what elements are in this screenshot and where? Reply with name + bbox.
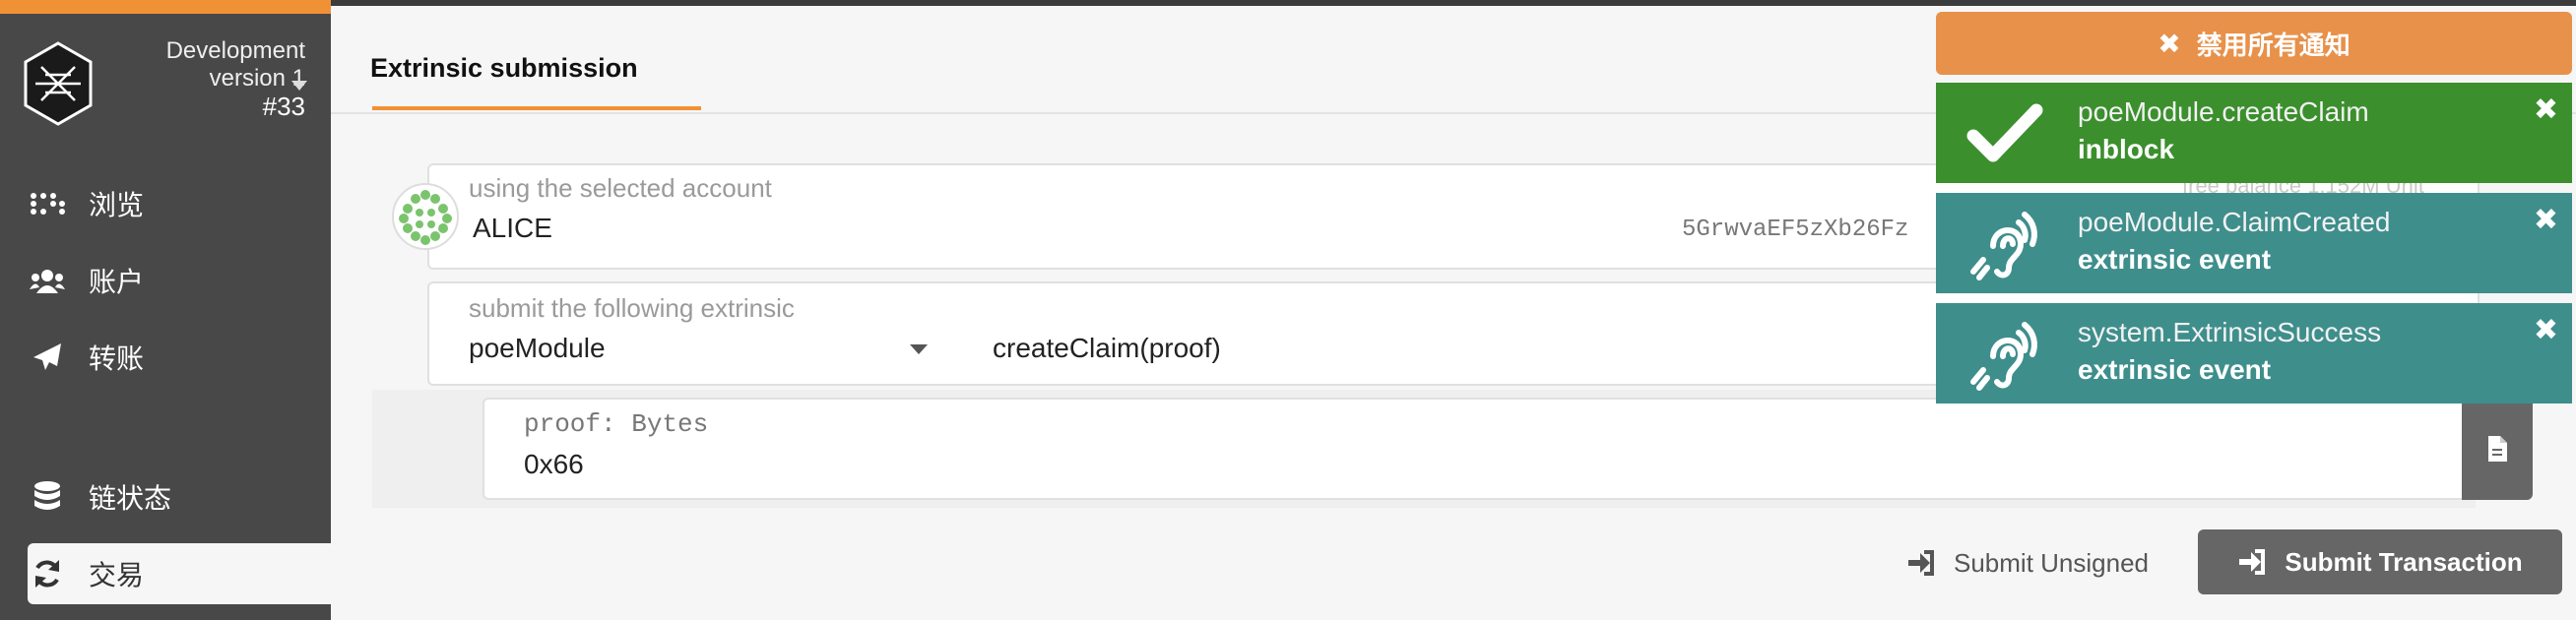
- sidebar-item-explorer[interactable]: 浏览: [28, 173, 331, 234]
- module-select[interactable]: poeModule: [469, 333, 606, 364]
- notification-item[interactable]: system.ExtrinsicSuccess extrinsic event …: [1936, 303, 2572, 403]
- braille-icon: [28, 184, 67, 223]
- sync-icon: [28, 554, 67, 593]
- dismiss-all-label: 禁用所有通知: [2196, 30, 2351, 60]
- notification-item[interactable]: poeModule.ClaimCreated extrinsic event ✖: [1936, 193, 2572, 293]
- notification-title: poeModule.createClaim: [2078, 96, 2369, 127]
- submit-transaction-button[interactable]: Submit Transaction: [2198, 529, 2562, 594]
- chain-selector[interactable]: Development version 1 #33: [118, 37, 305, 120]
- active-tab-indicator: [372, 106, 701, 110]
- sidebar-item-label: 转账: [89, 343, 145, 374]
- sign-in-icon: [1906, 549, 1936, 577]
- sidebar-item-accounts[interactable]: 账户: [28, 250, 331, 311]
- sign-in-icon: [2237, 548, 2267, 576]
- close-icon[interactable]: ✖: [2534, 203, 2558, 237]
- sidebar-item-chainstate[interactable]: 链状态: [28, 466, 331, 527]
- proof-value: 0x66: [524, 449, 584, 479]
- sidebar-item-label: 链状态: [89, 483, 172, 514]
- notification-status: inblock: [2078, 134, 2175, 164]
- proof-input[interactable]: proof: Bytes 0x66: [483, 398, 2466, 500]
- chevron-down-icon[interactable]: [910, 344, 928, 354]
- notification-title: system.ExtrinsicSuccess: [2078, 317, 2382, 347]
- chain-logo[interactable]: [22, 39, 95, 128]
- assistive-listening-icon: [1965, 207, 2044, 281]
- chevron-down-icon[interactable]: [291, 81, 307, 91]
- close-icon[interactable]: ✖: [2534, 313, 2558, 347]
- notification-title: poeModule.ClaimCreated: [2078, 207, 2391, 237]
- sidebar: Development version 1 #33 浏览 账户 转账 链状态 交…: [0, 0, 331, 620]
- chain-version: version 1: [209, 65, 305, 92]
- sidebar-item-extrinsics[interactable]: 交易: [28, 543, 331, 604]
- dismiss-all-notifications-button[interactable]: ✖ 禁用所有通知: [1936, 12, 2572, 75]
- submit-unsigned-button[interactable]: Submit Unsigned: [1906, 541, 2149, 585]
- avatar: [392, 183, 459, 250]
- close-icon[interactable]: ✖: [2534, 93, 2558, 127]
- notification-item[interactable]: poeModule.createClaim inblock ✖: [1936, 83, 2572, 183]
- sidebar-accent-bar: [0, 0, 331, 14]
- account-name: ALICE: [473, 213, 552, 243]
- database-icon: [28, 477, 67, 517]
- close-icon: ✖: [2157, 28, 2181, 59]
- chain-name: Development: [165, 37, 305, 64]
- extrinsic-label: submit the following extrinsic: [469, 293, 795, 323]
- block-number: #33: [262, 92, 305, 121]
- tab-extrinsic-submission[interactable]: Extrinsic submission: [370, 53, 638, 84]
- proof-label: proof: Bytes: [524, 409, 709, 439]
- account-address: 5GrwvaEF5zXb26Fz: [1682, 217, 1909, 243]
- users-icon: [28, 261, 67, 300]
- account-label: using the selected account: [469, 173, 772, 203]
- file-upload-button[interactable]: [2462, 398, 2533, 500]
- sidebar-item-transfer[interactable]: 转账: [28, 327, 331, 388]
- sidebar-item-label: 浏览: [89, 190, 145, 220]
- check-icon: [1965, 96, 2044, 171]
- paper-plane-icon: [28, 338, 67, 377]
- file-icon: [2488, 436, 2507, 462]
- notification-status: extrinsic event: [2078, 244, 2272, 275]
- sidebar-item-label: 账户: [89, 267, 145, 297]
- assistive-listening-icon: [1965, 317, 2044, 392]
- submit-unsigned-label: Submit Unsigned: [1954, 547, 2149, 578]
- submit-transaction-label: Submit Transaction: [2285, 546, 2523, 577]
- call-select[interactable]: createClaim(proof): [993, 333, 1221, 364]
- sidebar-item-label: 交易: [89, 560, 145, 590]
- notification-status: extrinsic event: [2078, 354, 2272, 385]
